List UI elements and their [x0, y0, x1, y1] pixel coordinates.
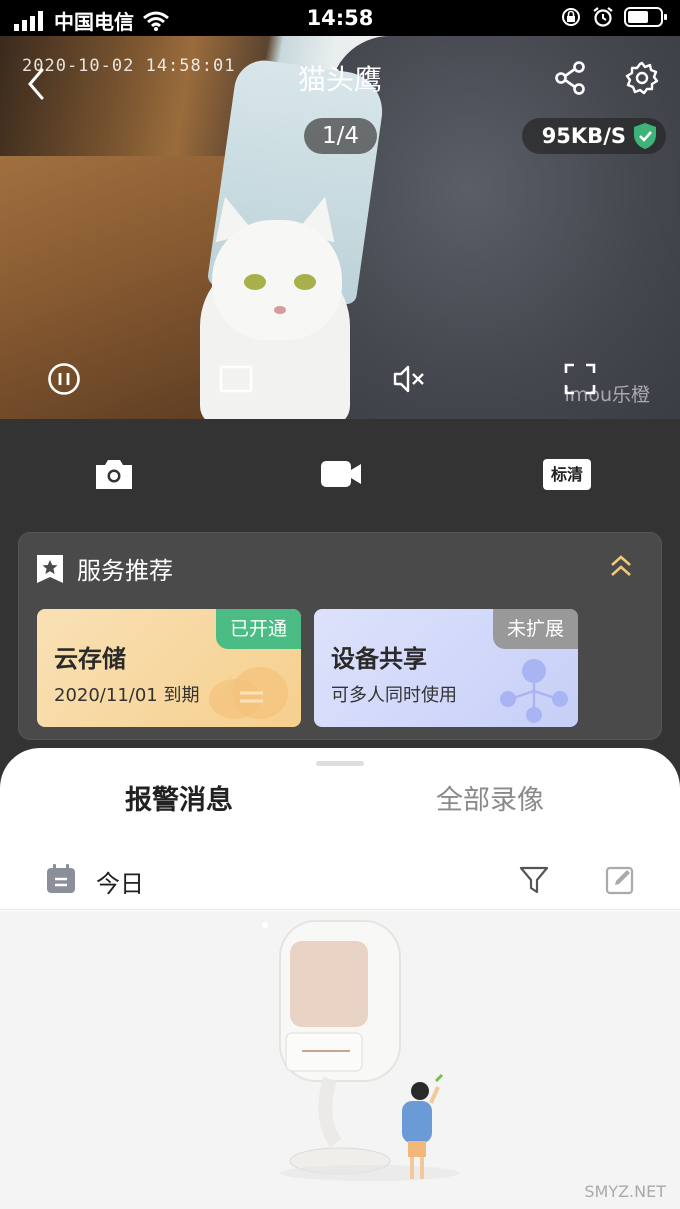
- status-right: [560, 6, 668, 28]
- calendar-icon[interactable]: [46, 864, 76, 894]
- service-recommend-panel: 服务推荐 已开通 云存储 2020/11/01 到期 未扩展 设备共享 可多人同…: [18, 532, 662, 740]
- split-screen-icon[interactable]: [219, 362, 253, 396]
- live-video-feed[interactable]: 2020-10-02 14:58:01 猫头鹰 1/4 95KB/S imou乐…: [0, 36, 680, 419]
- control-bar: 标清: [0, 419, 680, 529]
- empty-state-area: SMYZ.NET: [0, 911, 680, 1209]
- snapshot-camera-icon[interactable]: [94, 457, 134, 491]
- date-filter-row: 今日: [0, 848, 680, 910]
- share-network-illustration-icon: [500, 659, 568, 723]
- alarm-icon: [593, 7, 613, 27]
- device-share-subtitle: 可多人同时使用: [331, 685, 457, 706]
- settings-gear-icon[interactable]: [624, 60, 660, 96]
- status-bar: 中国电信 14:58: [0, 0, 680, 36]
- cloud-storage-status-badge: 已开通: [215, 609, 301, 649]
- filter-funnel-icon[interactable]: [519, 865, 549, 895]
- network-speed-value: 95KB/S: [541, 124, 626, 148]
- battery-icon: [624, 7, 667, 27]
- channel-counter: 1/4: [304, 118, 377, 154]
- device-share-status-badge: 未扩展: [492, 609, 578, 649]
- share-icon[interactable]: [552, 60, 588, 96]
- cloud-storage-expiry: 2020/11/01 到期: [54, 685, 200, 706]
- brand-watermark: imou乐橙: [564, 384, 650, 406]
- network-speed-badge: 95KB/S: [521, 118, 666, 154]
- quality-toggle-button[interactable]: 标清: [543, 459, 591, 490]
- sheet-drag-handle[interactable]: [316, 761, 364, 766]
- record-video-icon[interactable]: [320, 457, 362, 491]
- device-share-title: 设备共享: [331, 645, 427, 673]
- service-title: 服务推荐: [77, 557, 173, 585]
- tab-all-recordings[interactable]: 全部录像: [436, 778, 544, 817]
- mute-icon[interactable]: [392, 362, 426, 396]
- pause-icon[interactable]: [47, 362, 81, 396]
- tab-alarm-messages[interactable]: 报警消息: [125, 778, 233, 817]
- site-watermark: SMYZ.NET: [584, 1182, 666, 1201]
- cloud-storage-title: 云存储: [54, 645, 126, 673]
- date-label[interactable]: 今日: [96, 864, 144, 899]
- shield-check-icon: [634, 123, 656, 149]
- device-share-card[interactable]: 未扩展 设备共享 可多人同时使用: [314, 609, 578, 727]
- edit-icon[interactable]: [605, 865, 635, 895]
- star-bookmark-icon: [37, 554, 63, 583]
- cloud-illustration-icon: [209, 667, 288, 719]
- camera-device-illustration: [262, 920, 460, 1181]
- bottom-sheet: 报警消息 全部录像 今日 SMYZ.NET: [0, 748, 680, 1209]
- rotation-lock-icon: [562, 8, 580, 26]
- collapse-chevron-up-icon[interactable]: [609, 553, 633, 579]
- video-top-actions: [552, 60, 660, 96]
- cloud-storage-card[interactable]: 已开通 云存储 2020/11/01 到期: [37, 609, 301, 727]
- service-header: 服务推荐: [35, 551, 173, 586]
